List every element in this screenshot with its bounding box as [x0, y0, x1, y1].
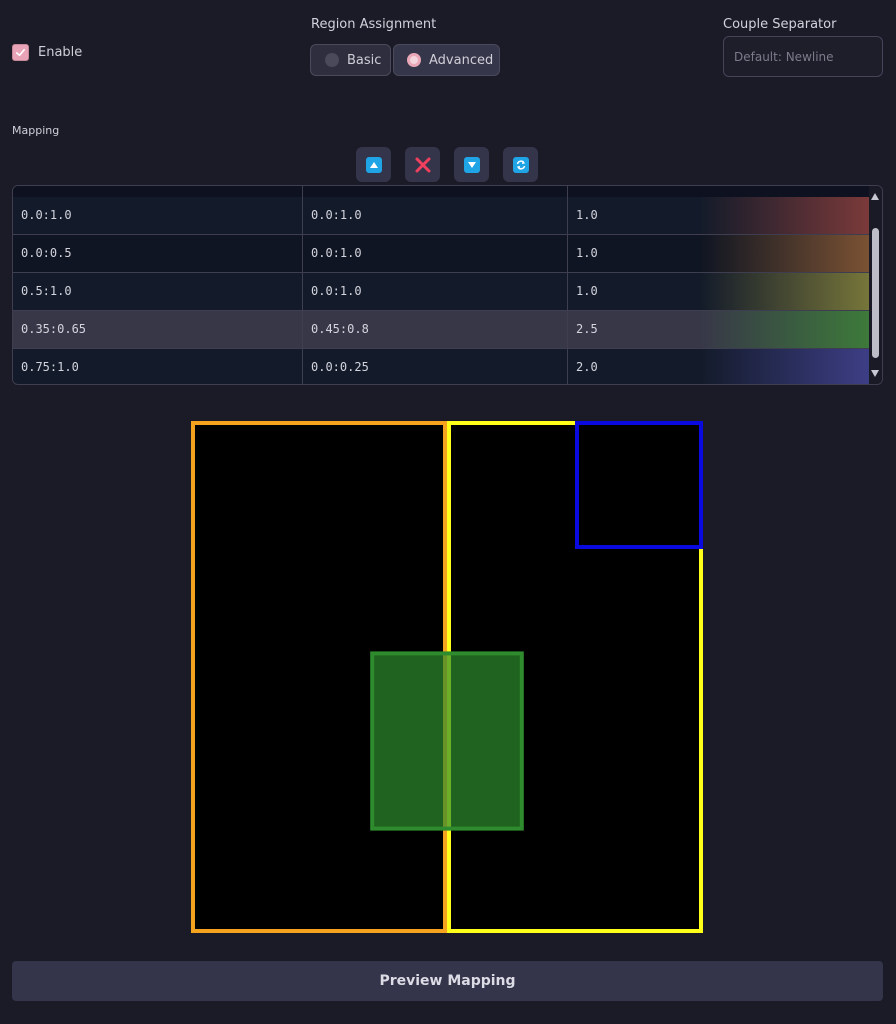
row-color-swatch	[700, 273, 870, 310]
row-color-swatch	[700, 197, 870, 234]
move-down-button[interactable]	[454, 147, 489, 182]
cell-y-range[interactable]: 0.0:1.0	[311, 273, 362, 310]
cell-x-range[interactable]: 0.0:0.5	[21, 235, 72, 272]
mapping-table[interactable]: 0.0:1.0 0.0:1.0 1.0 0.0:0.5 0.0:1.0 1.0 …	[12, 185, 883, 385]
scroll-up-icon[interactable]	[871, 193, 879, 200]
cell-weight[interactable]: 1.0	[576, 197, 598, 234]
column-divider	[567, 186, 568, 384]
table-row[interactable]: 0.75:1.0 0.0:0.25 2.0	[13, 349, 870, 384]
enable-checkbox-group[interactable]: Enable	[12, 44, 82, 61]
move-up-button[interactable]	[356, 147, 391, 182]
cell-y-range[interactable]: 0.0:1.0	[311, 197, 362, 234]
table-scrollbar[interactable]	[869, 186, 882, 384]
radio-on-icon	[407, 53, 421, 67]
radio-advanced-label: Advanced	[429, 52, 494, 68]
preview-mapping-button[interactable]: Preview Mapping	[12, 961, 883, 1001]
cell-weight[interactable]: 2.0	[576, 349, 598, 384]
mapping-label: Mapping	[12, 124, 60, 137]
radio-basic-label: Basic	[347, 52, 382, 68]
row-color-swatch	[700, 311, 870, 348]
scroll-down-icon[interactable]	[871, 370, 879, 377]
preview-region-3	[370, 651, 524, 831]
table-row[interactable]: 0.35:0.65 0.45:0.8 2.5	[13, 311, 870, 349]
cell-x-range[interactable]: 0.5:1.0	[21, 273, 72, 310]
delete-icon	[415, 157, 430, 172]
cell-y-range[interactable]: 0.0:1.0	[311, 235, 362, 272]
cell-weight[interactable]: 1.0	[576, 273, 598, 310]
enable-checkbox[interactable]	[12, 44, 29, 61]
cell-weight[interactable]: 2.5	[576, 311, 598, 348]
delete-button[interactable]	[405, 147, 440, 182]
table-row[interactable]: 0.5:1.0 0.0:1.0 1.0	[13, 273, 870, 311]
refresh-icon	[512, 156, 529, 173]
enable-label: Enable	[38, 45, 83, 60]
cell-weight[interactable]: 1.0	[576, 235, 598, 272]
column-divider	[302, 186, 303, 384]
region-assignment-label: Region Assignment	[311, 17, 437, 32]
couple-separator-label: Couple Separator	[723, 17, 837, 32]
radio-basic[interactable]: Basic	[310, 44, 391, 76]
row-color-swatch	[700, 235, 870, 272]
radio-off-icon	[325, 53, 339, 67]
mapping-preview-canvas	[191, 421, 703, 933]
couple-separator-input[interactable]	[723, 36, 883, 77]
move-up-icon	[365, 156, 382, 173]
scroll-thumb[interactable]	[872, 228, 879, 358]
move-down-icon	[463, 156, 480, 173]
row-color-swatch	[700, 349, 870, 384]
cell-x-range[interactable]: 0.35:0.65	[21, 311, 86, 348]
cell-x-range[interactable]: 0.75:1.0	[21, 349, 79, 384]
cell-x-range[interactable]: 0.0:1.0	[21, 197, 72, 234]
table-row[interactable]: 0.0:0.5 0.0:1.0 1.0	[13, 235, 870, 273]
cell-y-range[interactable]: 0.45:0.8	[311, 311, 369, 348]
radio-advanced[interactable]: Advanced	[393, 44, 500, 76]
checkmark-icon	[16, 48, 25, 57]
cell-y-range[interactable]: 0.0:0.25	[311, 349, 369, 384]
table-row[interactable]: 0.0:1.0 0.0:1.0 1.0	[13, 197, 870, 235]
refresh-button[interactable]	[503, 147, 538, 182]
